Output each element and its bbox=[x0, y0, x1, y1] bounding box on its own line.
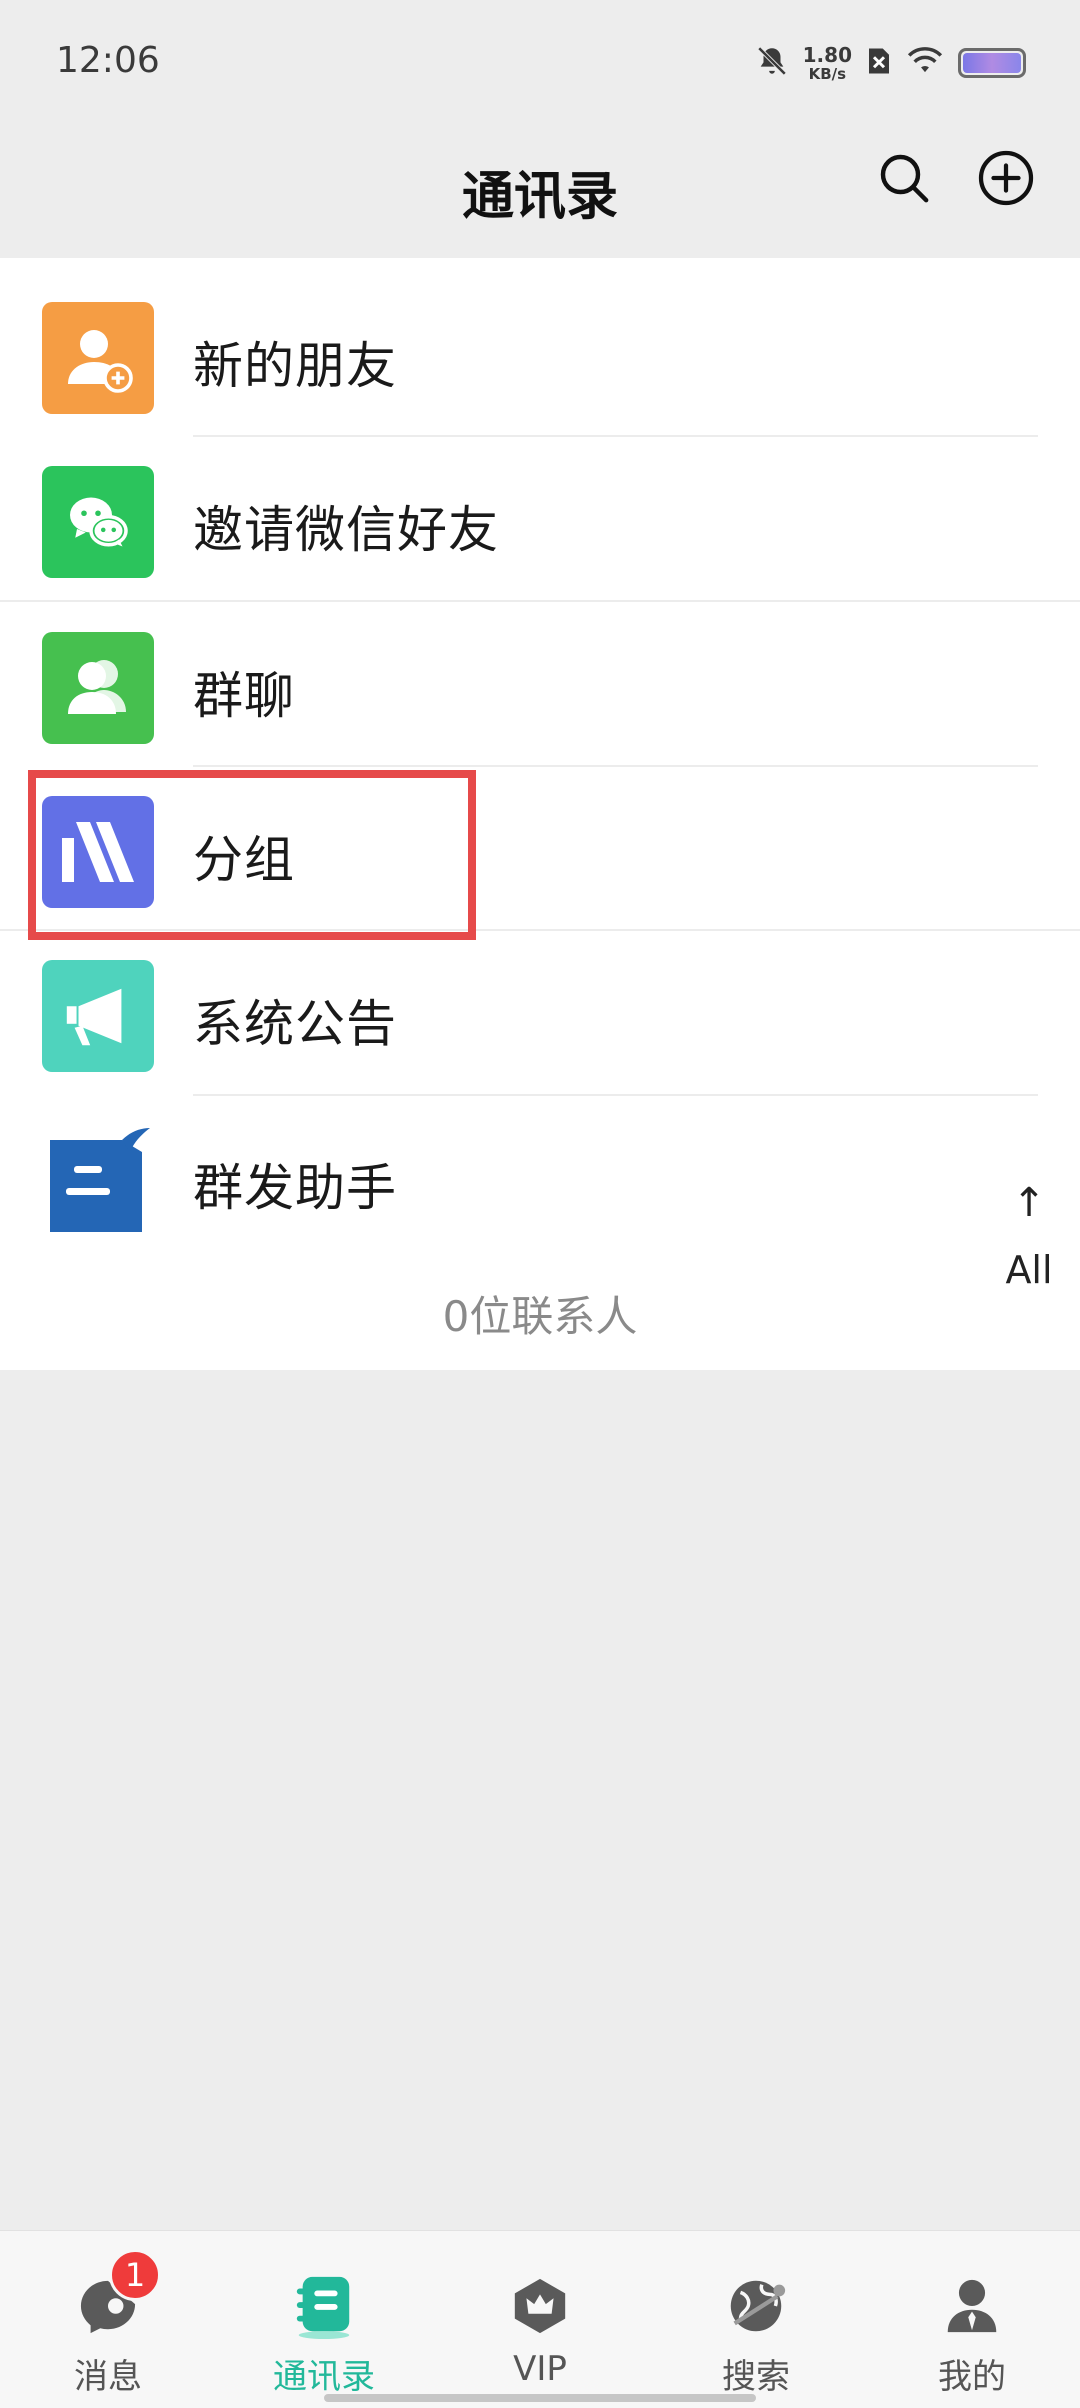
bottom-nav: 1 消息 通讯录 VIP 搜索 我的 bbox=[0, 2230, 1080, 2408]
contacts-icon bbox=[289, 2271, 359, 2341]
header: 通讯录 bbox=[0, 120, 1080, 258]
status-icons: 1.80 KB/s bbox=[755, 40, 1026, 86]
status-bar: 12:06 1.80 KB/s bbox=[0, 0, 1080, 120]
nav-item-search[interactable]: 搜索 bbox=[648, 2231, 864, 2408]
sim-blocked-icon bbox=[866, 46, 892, 80]
home-indicator[interactable] bbox=[324, 2394, 756, 2402]
nav-label: 消息 bbox=[74, 2357, 142, 2397]
search-button[interactable] bbox=[872, 148, 936, 212]
nav-item-vip[interactable]: VIP bbox=[432, 2231, 648, 2408]
mute-bell-icon bbox=[755, 44, 789, 82]
nav-item-messages[interactable]: 1 消息 bbox=[0, 2231, 216, 2408]
explore-globe-icon bbox=[721, 2271, 791, 2341]
list-item-label: 邀请微信好友 bbox=[193, 501, 499, 559]
nav-item-profile[interactable]: 我的 bbox=[864, 2231, 1080, 2408]
add-button[interactable] bbox=[974, 148, 1038, 212]
list-item-label: 群发助手 bbox=[193, 1159, 397, 1217]
net-speed-value: 1.80 bbox=[802, 42, 852, 67]
broadcast-assistant-icon bbox=[42, 1124, 154, 1236]
nav-item-contacts[interactable]: 通讯录 bbox=[216, 2231, 432, 2408]
wechat-icon bbox=[42, 466, 154, 578]
status-time: 12:06 bbox=[56, 40, 160, 81]
index-top-arrow[interactable]: ↑ bbox=[1012, 1180, 1046, 1226]
profile-icon bbox=[937, 2271, 1007, 2341]
vip-crown-icon bbox=[505, 2271, 575, 2341]
list-item-label: 系统公告 bbox=[193, 995, 397, 1053]
net-speed-unit: KB/s bbox=[808, 64, 847, 83]
list-item-invite-wechat[interactable]: 邀请微信好友 bbox=[0, 422, 1080, 586]
list-item-label: 新的朋友 bbox=[193, 337, 397, 395]
list-item-group-chat[interactable]: 群聊 bbox=[0, 588, 1080, 752]
megaphone-icon bbox=[42, 960, 154, 1072]
nav-label: 通讯录 bbox=[273, 2357, 375, 2397]
list-item-new-friends[interactable]: 新的朋友 bbox=[0, 258, 1080, 422]
nav-label: 我的 bbox=[938, 2357, 1006, 2397]
net-speed: 1.80 KB/s bbox=[803, 45, 852, 82]
nav-label: VIP bbox=[513, 2349, 567, 2389]
highlight-box bbox=[28, 770, 476, 940]
list-item-broadcast-assistant[interactable]: 群发助手 bbox=[0, 1080, 1080, 1244]
message-icon: 1 bbox=[73, 2249, 161, 2341]
add-circle-icon bbox=[976, 148, 1036, 212]
list-item-system-announcement[interactable]: 系统公告 bbox=[0, 916, 1080, 1080]
index-bar[interactable]: ↑ All bbox=[994, 1180, 1064, 1292]
battery-icon bbox=[958, 48, 1026, 78]
wifi-icon bbox=[906, 45, 944, 81]
group-chat-icon bbox=[42, 632, 154, 744]
index-all[interactable]: All bbox=[1005, 1248, 1052, 1292]
search-icon bbox=[876, 150, 932, 210]
nav-label: 搜索 bbox=[722, 2357, 790, 2397]
unread-badge: 1 bbox=[109, 2249, 161, 2301]
list-item-label: 群聊 bbox=[193, 667, 295, 725]
contact-count: 0位联系人 bbox=[442, 1292, 638, 1341]
new-friend-icon bbox=[42, 302, 154, 414]
